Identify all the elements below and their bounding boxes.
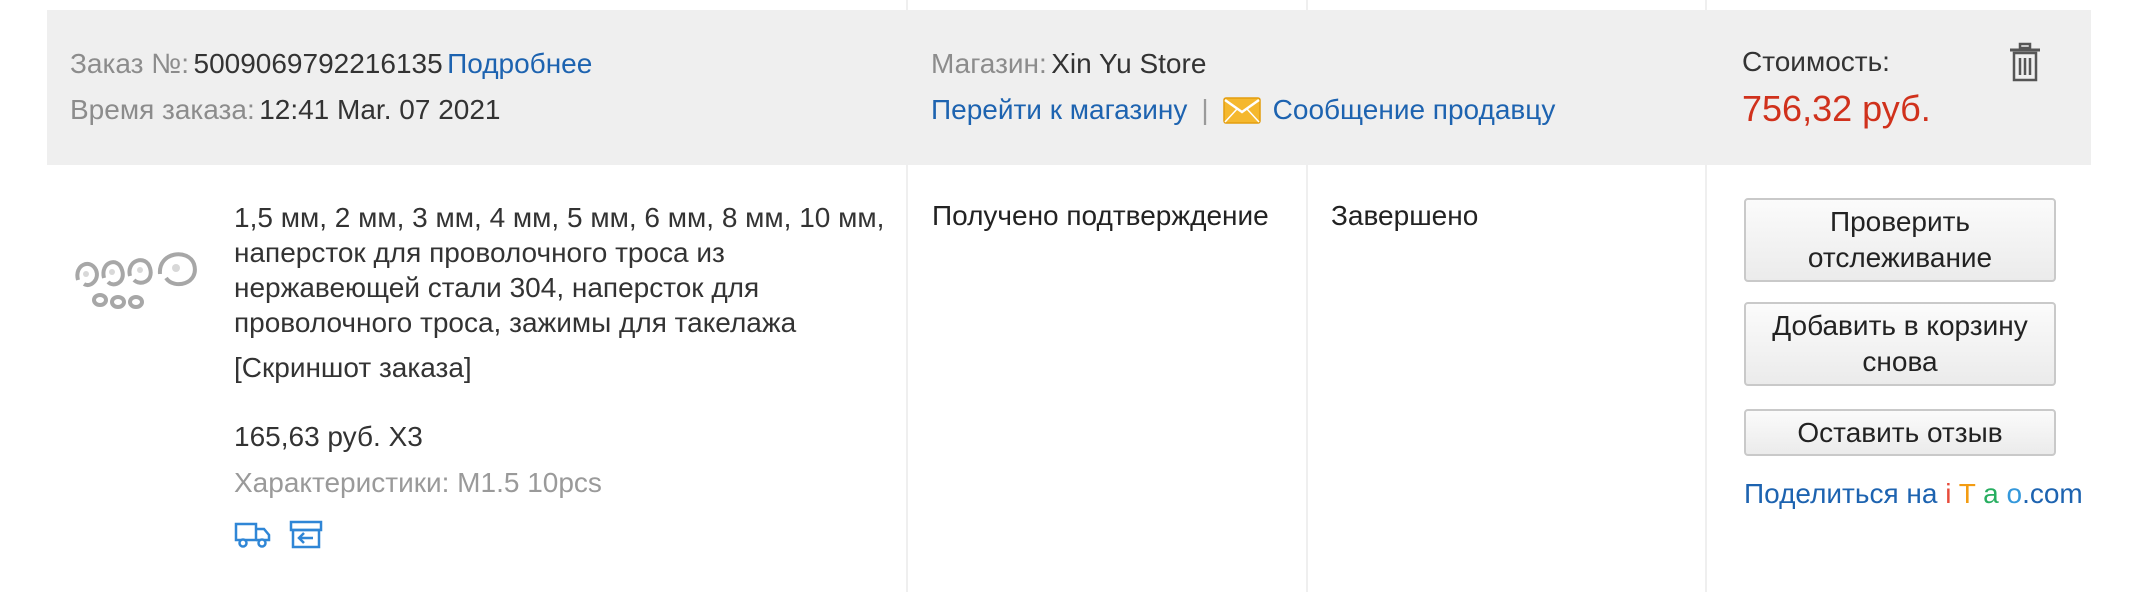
order-time-label: Время заказа: [70,94,255,125]
message-seller-link[interactable]: Сообщение продавцу [1273,94,1556,126]
leave-review-button[interactable]: Оставить отзыв [1744,409,2056,456]
store-name: Xin Yu Store [1051,48,1207,79]
product-price-quantity: 165,63 руб. X3 [234,421,423,452]
product-title-link[interactable]: 1,5 мм, 2 мм, 3 мм, 4 мм, 5 мм, 6 мм, 8 … [234,200,894,340]
share-logo-t: T [1958,478,1976,509]
delivery-truck-icon[interactable] [234,518,272,550]
order-number-label: Заказ №: [70,48,190,79]
order-total-price: 756,32 руб. [1742,88,1931,129]
order-time-row: Время заказа: 12:41 Mar. 07 2021 [70,94,500,126]
store-links-row: Перейти к магазину | Сообщение продавцу [931,94,1555,126]
order-number-value: 5009069792216135 [193,48,443,79]
go-to-store-link[interactable]: Перейти к магазину [931,94,1187,126]
share-logo-o: o [2006,478,2023,509]
envelope-icon[interactable] [1222,95,1261,125]
return-box-icon[interactable] [288,518,324,550]
order-status: Завершено [1331,200,1479,231]
share-logo-a: a [1983,478,1999,509]
product-specs: Характеристики: M1.5 10pcs [234,467,602,498]
links-separator: | [1201,94,1209,125]
trash-icon[interactable] [2008,42,2042,82]
add-to-cart-again-button[interactable]: Добавить в корзину снова [1744,302,2056,386]
order-number-row: Заказ №: 5009069792216135 Подробнее [70,48,592,80]
share-logo-i: i [1945,478,1952,509]
order-time-value: 12:41 Mar. 07 2021 [259,94,501,125]
shipping-status: Получено подтверждение [932,200,1269,231]
share-on-itao-link[interactable]: Поделиться на i T a o.com [1744,478,2083,510]
order-details-link[interactable]: Подробнее [447,48,592,79]
store-label: Магазин: [931,48,1047,79]
share-prefix: Поделиться на [1744,478,1938,509]
share-suffix: .com [2022,478,2083,509]
check-tracking-button[interactable]: Проверить отслеживание [1744,198,2056,282]
store-row: Магазин: Xin Yu Store [931,48,1206,80]
product-thumbnail[interactable] [70,240,205,315]
cost-label: Стоимость: [1742,46,1890,77]
order-snapshot-link[interactable]: [Скриншот заказа] [234,352,472,384]
